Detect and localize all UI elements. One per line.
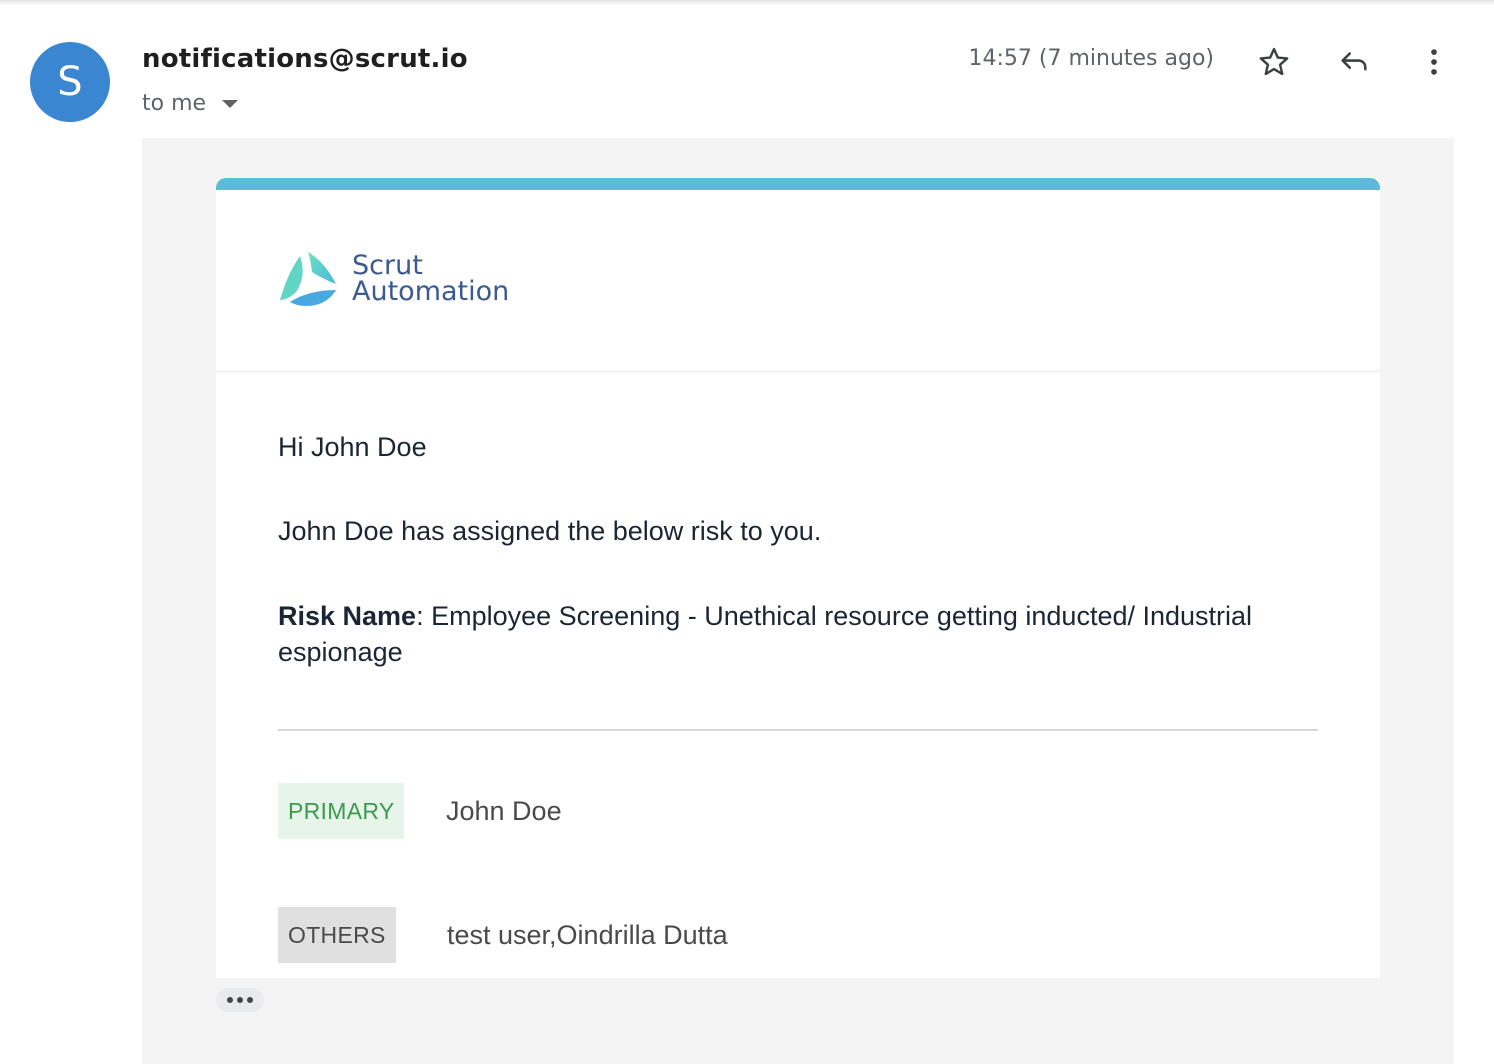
avatar-letter: S (57, 59, 83, 105)
other-assignees-names: test user,Oindrilla Dutta (447, 920, 728, 950)
risk-name-line: Risk Name: Employee Screening - Unethica… (278, 598, 1318, 670)
star-outline-icon (1259, 47, 1289, 76)
logo-wordmark: Scrut Automation (352, 252, 510, 307)
logo-line2: Automation (352, 276, 510, 307)
caret-down-icon (222, 100, 239, 108)
show-trimmed-content-button[interactable] (216, 988, 264, 1012)
primary-assignee-name: John Doe (446, 796, 562, 826)
sender-avatar[interactable]: S (30, 42, 110, 122)
others-tag: OTHERS (278, 907, 396, 963)
recipient-details-toggle[interactable]: to me (142, 88, 239, 118)
risk-name-value: : Employee Screening - Unethical resourc… (278, 601, 1253, 667)
ellipsis-dot (227, 997, 233, 1003)
scrut-logo: Scrut Automation (278, 250, 509, 308)
reply-icon (1341, 52, 1367, 71)
recipient-label: to me (142, 90, 207, 116)
section-divider (278, 729, 1318, 731)
primary-tag: PRIMARY (278, 783, 405, 839)
ellipsis-dot (247, 997, 253, 1003)
top-shadow (0, 0, 1494, 6)
ellipsis-dot (237, 997, 243, 1003)
risk-name-label: Risk Name (278, 601, 417, 631)
star-button[interactable] (1252, 40, 1296, 84)
assignment-text: John Doe has assigned the below risk to … (278, 516, 822, 546)
sender-email[interactable]: notifications@scrut.io (142, 44, 468, 74)
scrut-logo-icon (280, 252, 336, 306)
email-card: Scrut Automation Hi John Doe John Doe ha… (216, 178, 1380, 978)
more-vert-icon (1431, 49, 1437, 75)
message-timestamp: 14:57 (7 minutes ago) (968, 46, 1214, 71)
greeting-text: Hi John Doe (278, 432, 427, 462)
reply-button[interactable] (1332, 40, 1376, 84)
more-options-button[interactable] (1412, 40, 1456, 84)
card-divider (216, 371, 1380, 372)
card-accent-bar (216, 178, 1380, 190)
